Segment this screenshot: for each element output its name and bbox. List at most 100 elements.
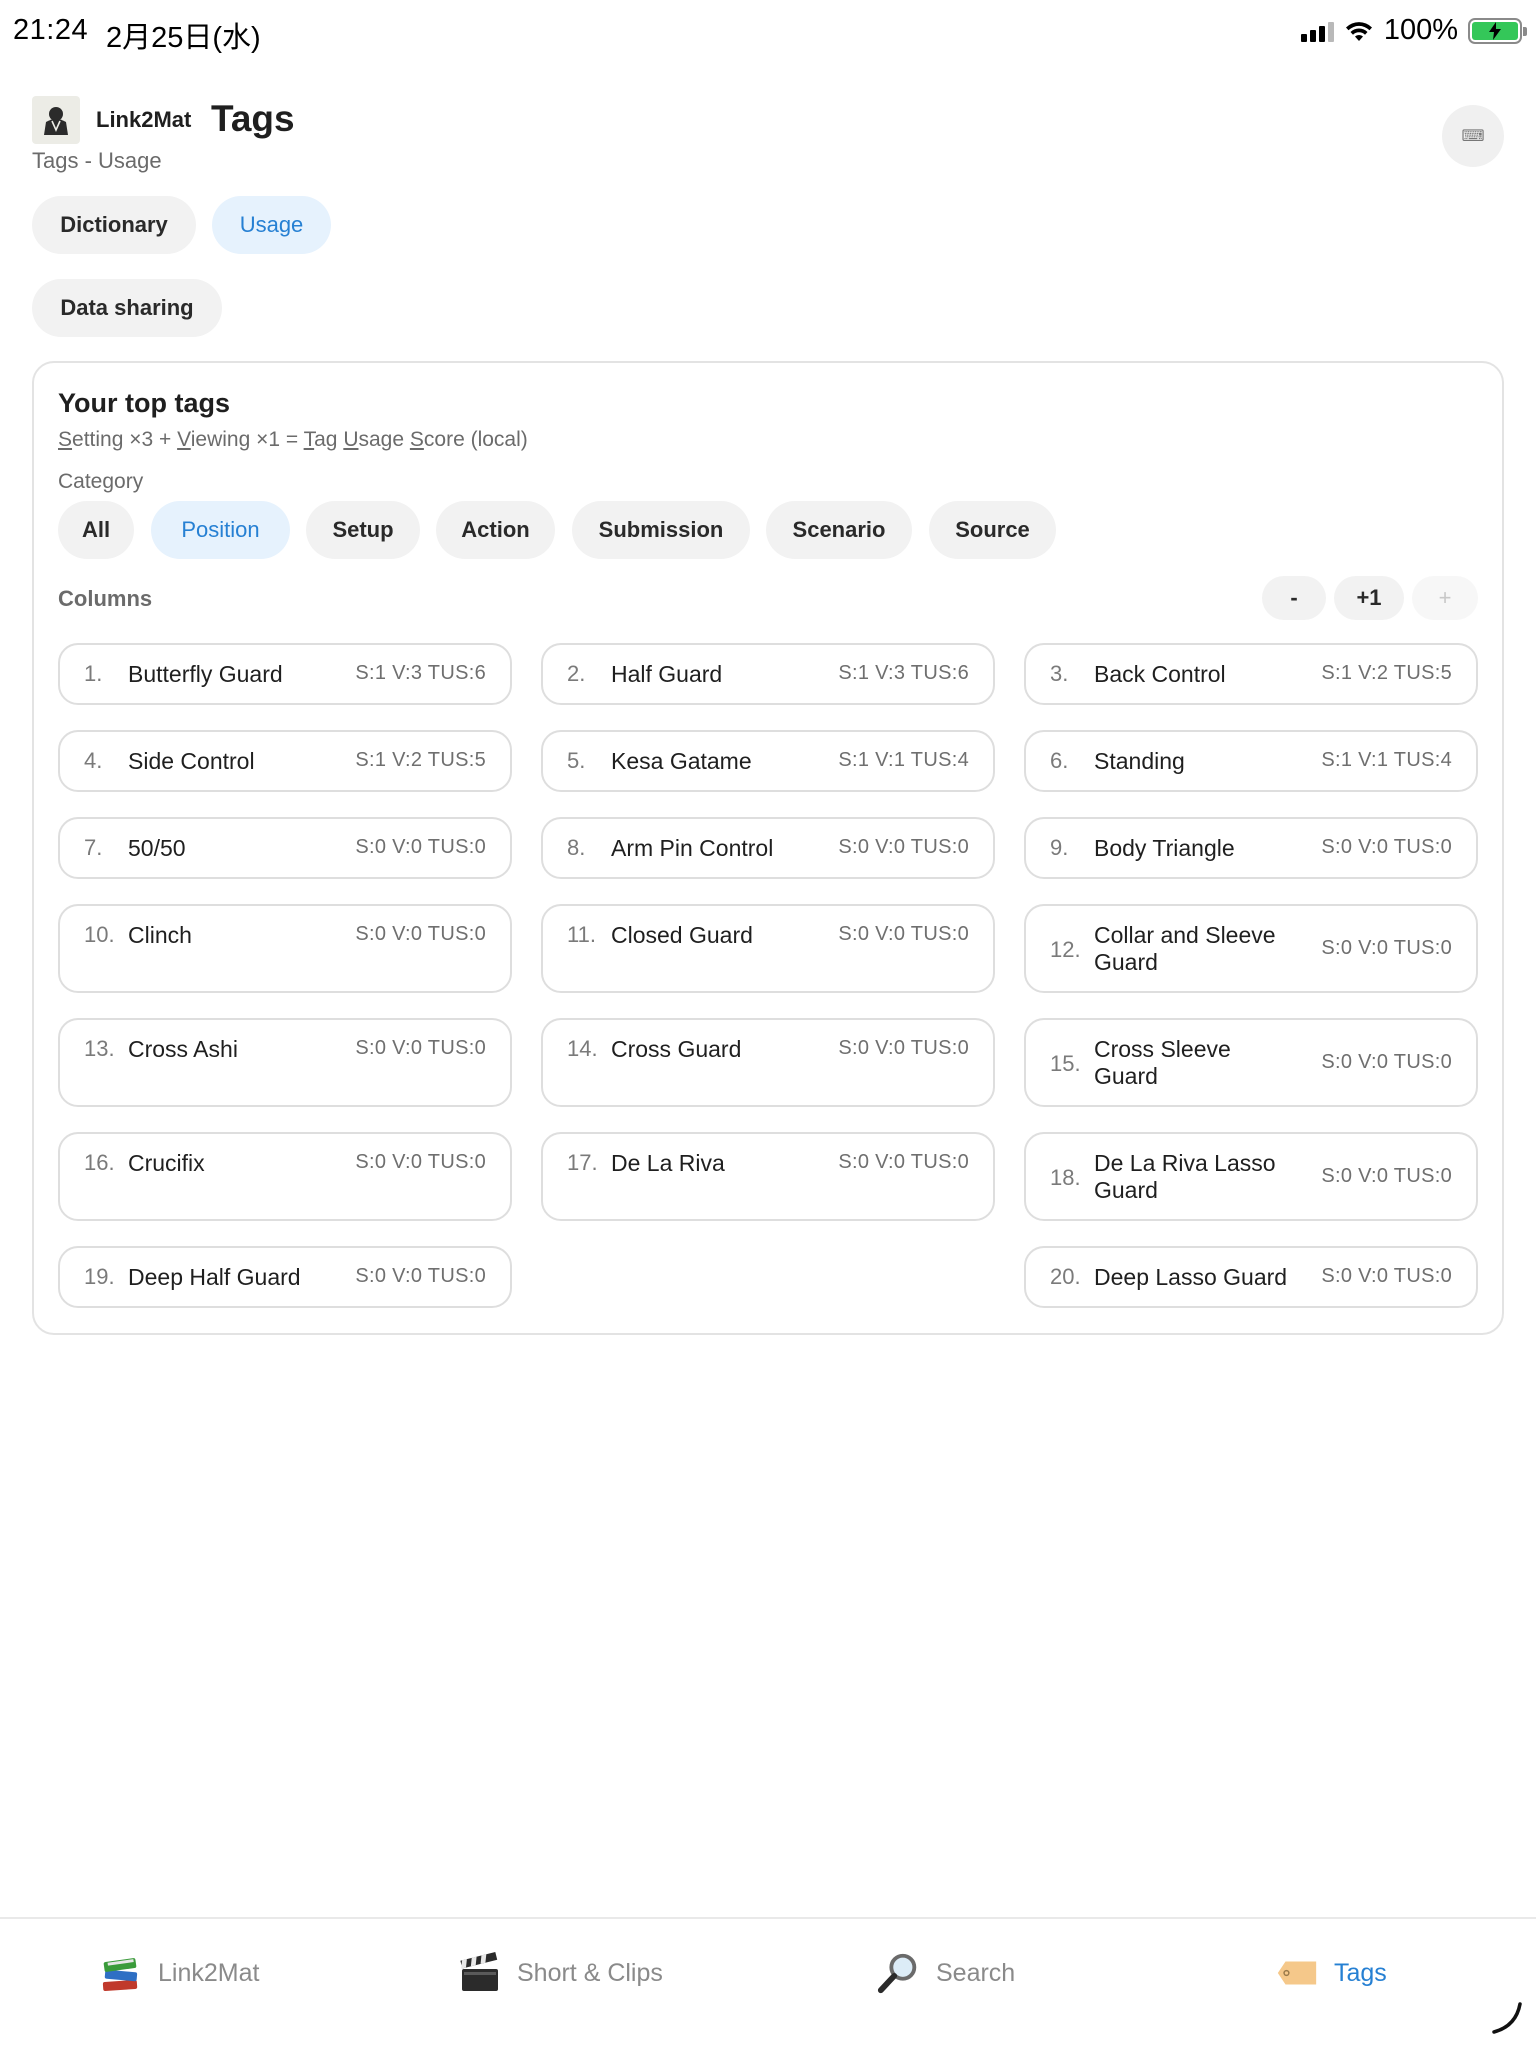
keyboard-icon: ⌨ — [1461, 128, 1485, 145]
chip-setup[interactable]: Setup — [306, 501, 420, 559]
tag-name: Half Guard — [611, 661, 723, 687]
chip-action[interactable]: Action — [436, 501, 555, 559]
tag-item[interactable]: 14. Cross Guard S:0 V:0 TUS:0 — [541, 1018, 995, 1107]
tabbar-search[interactable]: Search — [876, 1943, 1015, 2003]
columns-one-button[interactable]: +1 — [1334, 576, 1404, 620]
tabbar-link2mat-label: Link2Mat — [158, 1958, 260, 1987]
clapperboard-icon — [457, 1950, 503, 1996]
tag-item[interactable]: 16. Crucifix S:0 V:0 TUS:0 — [58, 1132, 512, 1221]
tag-item[interactable]: 3. Back Control S:1 V:2 TUS:5 — [1024, 643, 1478, 705]
tag-item[interactable]: 19. Deep Half Guard S:0 V:0 TUS:0 — [58, 1246, 512, 1308]
tag-item[interactable]: 9. Body Triangle S:0 V:0 TUS:0 — [1024, 817, 1478, 879]
tag-item[interactable]: 1. Butterfly Guard S:1 V:3 TUS:6 — [58, 643, 512, 705]
tag-stats: S:0 V:0 TUS:0 — [355, 836, 486, 858]
tag-rank: 1. — [84, 661, 103, 686]
tag-item[interactable]: 4. Side Control S:1 V:2 TUS:5 — [58, 730, 512, 792]
tag-stats: S:0 V:0 TUS:0 — [838, 1151, 969, 1173]
wifi-icon — [1345, 21, 1372, 41]
tag-rank: 11. — [567, 922, 596, 947]
tag-rank: 16. — [84, 1150, 115, 1175]
chip-submission[interactable]: Submission — [572, 501, 750, 559]
tab-data-sharing[interactable]: Data sharing — [32, 279, 222, 337]
tag-stats: S:0 V:0 TUS:0 — [1321, 1051, 1452, 1073]
tag-item[interactable]: 11. Closed Guard S:0 V:0 TUS:0 — [541, 904, 995, 993]
tab-usage[interactable]: Usage — [212, 196, 331, 254]
battery-icon — [1468, 17, 1527, 44]
breadcrumb: Tags - Usage — [32, 148, 162, 173]
tag-stats: S:0 V:0 TUS:0 — [1321, 1265, 1452, 1287]
tag-stats: S:0 V:0 TUS:0 — [838, 1037, 969, 1059]
chip-source[interactable]: Source — [929, 501, 1056, 559]
tag-stats: S:0 V:0 TUS:0 — [355, 1037, 486, 1059]
tab-dictionary[interactable]: Dictionary — [32, 196, 196, 254]
tag-rank: 4. — [84, 748, 103, 773]
chip-all[interactable]: All — [58, 501, 134, 559]
tag-name: Deep Lasso Guard — [1094, 1264, 1288, 1290]
app-name: Link2Mat — [96, 107, 192, 132]
columns-decrease-button[interactable]: - — [1262, 576, 1326, 620]
tag-stats: S:0 V:0 TUS:0 — [355, 1265, 486, 1287]
tag-item[interactable]: 20. Deep Lasso Guard S:0 V:0 TUS:0 — [1024, 1246, 1478, 1308]
tag-stats: S:0 V:0 TUS:0 — [355, 923, 486, 945]
tag-item[interactable]: 8. Arm Pin Control S:0 V:0 TUS:0 — [541, 817, 995, 879]
tag-name: Closed Guard — [611, 922, 753, 948]
tabbar-short-clips-label: Short & Clips — [517, 1958, 663, 1987]
tag-item[interactable]: 18. De La Riva Lasso Guard S:0 V:0 TUS:0 — [1024, 1132, 1478, 1221]
battery-percent: 100% — [1383, 14, 1458, 46]
tag-stats: S:1 V:1 TUS:4 — [1321, 749, 1452, 771]
tag-icon — [1274, 1950, 1320, 1996]
status-indicators: 100% — [1300, 14, 1527, 47]
status-date: 2月25日(水) — [106, 22, 261, 54]
tag-stats: S:0 V:0 TUS:0 — [1321, 937, 1452, 959]
tag-name: Clinch — [128, 922, 192, 948]
tabbar-link2mat[interactable]: Link2Mat — [98, 1943, 259, 2003]
tabbar-tags-label: Tags — [1334, 1958, 1387, 1987]
tag-rank: 14. — [567, 1036, 598, 1061]
columns-increase-button[interactable]: + — [1412, 576, 1478, 620]
tag-stats: S:0 V:0 TUS:0 — [1321, 836, 1452, 858]
tag-item[interactable]: 6. Standing S:1 V:1 TUS:4 — [1024, 730, 1478, 792]
tag-item[interactable]: 17. De La Riva S:0 V:0 TUS:0 — [541, 1132, 995, 1221]
tag-name: Deep Half Guard — [128, 1264, 301, 1290]
columns-label: Columns — [58, 586, 153, 611]
tag-name: De La Riva Lasso Guard — [1094, 1150, 1276, 1203]
tag-rank: 5. — [567, 748, 586, 773]
page-title: Tags — [211, 98, 295, 139]
tag-name: Back Control — [1094, 661, 1226, 687]
tag-name: De La Riva — [611, 1150, 725, 1176]
tag-item[interactable]: 7. 50/50 S:0 V:0 TUS:0 — [58, 817, 512, 879]
chip-scenario[interactable]: Scenario — [766, 501, 912, 559]
keyboard-button[interactable]: ⌨ — [1442, 105, 1504, 167]
tag-stats: S:1 V:1 TUS:4 — [838, 749, 969, 771]
tag-item[interactable]: 2. Half Guard S:1 V:3 TUS:6 — [541, 643, 995, 705]
tag-rank: 18. — [1050, 1165, 1081, 1190]
tag-item[interactable]: 10. Clinch S:0 V:0 TUS:0 — [58, 904, 512, 993]
tag-rank: 9. — [1050, 835, 1069, 860]
card-subtitle: Setting ×3 + Viewing ×1 = Tag Usage Scor… — [58, 428, 528, 451]
tag-name: Standing — [1094, 748, 1185, 774]
tag-stats: S:0 V:0 TUS:0 — [838, 836, 969, 858]
tag-item[interactable]: 15. Cross Sleeve Guard S:0 V:0 TUS:0 — [1024, 1018, 1478, 1107]
cellular-signal-icon — [1300, 20, 1334, 42]
tag-name: Butterfly Guard — [128, 661, 283, 687]
tag-stats: S:1 V:2 TUS:5 — [1321, 662, 1452, 684]
chip-position[interactable]: Position — [151, 501, 290, 559]
tag-name: Cross Sleeve Guard — [1094, 1036, 1231, 1089]
tag-item[interactable]: 5. Kesa Gatame S:1 V:1 TUS:4 — [541, 730, 995, 792]
tag-rank: 12. — [1050, 937, 1081, 962]
tag-name: Cross Ashi — [128, 1036, 238, 1062]
tag-item[interactable]: 13. Cross Ashi S:0 V:0 TUS:0 — [58, 1018, 512, 1107]
tabbar-short-clips[interactable]: Short & Clips — [457, 1943, 663, 2003]
magnifier-icon — [876, 1950, 922, 1996]
status-time: 21:24 — [13, 14, 89, 46]
tag-rank: 3. — [1050, 661, 1069, 686]
tabbar-tags[interactable]: Tags — [1274, 1943, 1387, 2003]
status-bar: 21:24 2月25日(水) 100% — [0, 0, 1536, 64]
card-title: Your top tags — [58, 388, 230, 418]
bottom-tab-bar: Link2Mat Short & Clips Search Tags — [0, 1917, 1536, 2048]
tag-rank: 8. — [567, 835, 586, 860]
tag-item[interactable]: 12. Collar and Sleeve Guard S:0 V:0 TUS:0 — [1024, 904, 1478, 993]
tag-stats: S:0 V:0 TUS:0 — [355, 1151, 486, 1173]
tag-rank: 10. — [84, 922, 115, 947]
category-label: Category — [58, 470, 144, 493]
